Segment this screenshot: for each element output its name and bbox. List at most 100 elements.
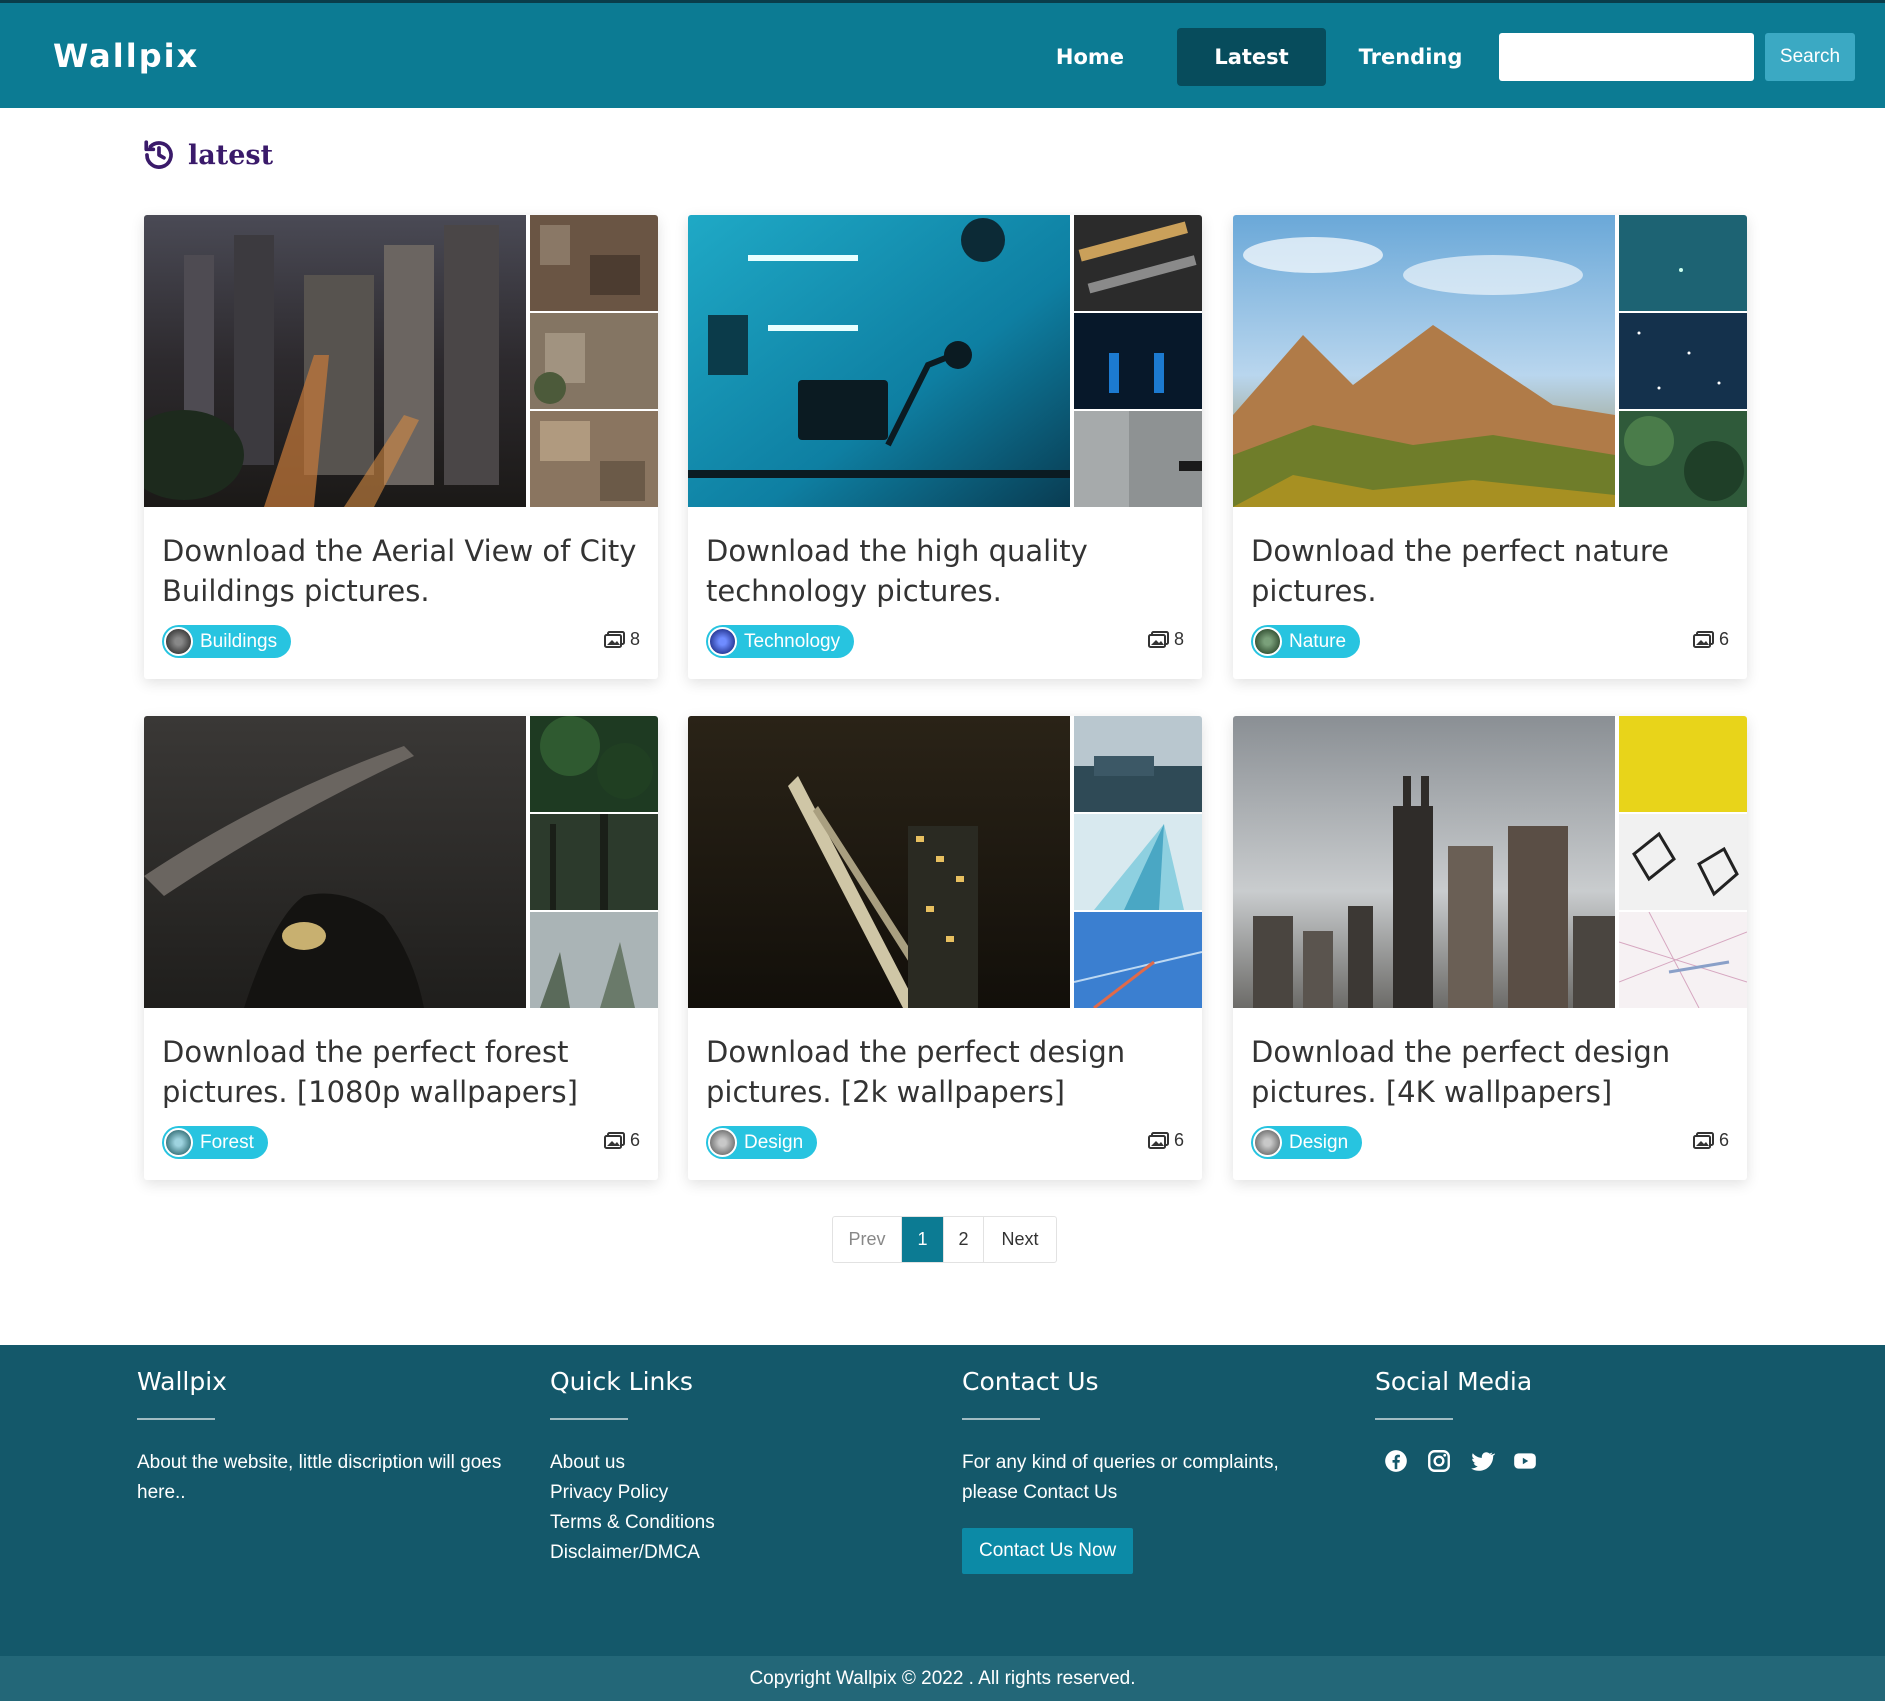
category-avatar: [164, 1128, 193, 1157]
pagination-next[interactable]: Next: [984, 1217, 1056, 1262]
section-title: latest: [142, 138, 273, 172]
card-image-collage[interactable]: [1233, 716, 1747, 1008]
pagination-page-1[interactable]: 1: [902, 1217, 944, 1262]
category-tag[interactable]: Nature: [1251, 625, 1361, 658]
images-icon: [1692, 1131, 1714, 1149]
card-main-image: [144, 215, 526, 507]
card-thumb-image: [1619, 313, 1747, 409]
card-title[interactable]: Download the Aerial View of City Buildin…: [162, 531, 642, 611]
card-thumb-image: [1619, 215, 1747, 311]
card-title[interactable]: Download the perfect nature pictures.: [1251, 531, 1731, 611]
images-icon: [1692, 630, 1714, 648]
category-avatar: [1253, 1128, 1282, 1157]
footer-social: Social Media: [1375, 1367, 1725, 1474]
image-count-value: 8: [1173, 629, 1184, 649]
footer-divider: [962, 1418, 1040, 1420]
card-title[interactable]: Download the high quality technology pic…: [706, 531, 1186, 611]
card-thumb-image: [530, 716, 658, 812]
category-avatar: [708, 1128, 737, 1157]
images-icon: [1147, 1131, 1169, 1149]
footer-about-text: About the website, little discription wi…: [137, 1452, 502, 1503]
footer-contact-heading: Contact Us: [962, 1367, 1099, 1396]
image-count-value: 6: [629, 1130, 640, 1150]
card-main-image: [688, 215, 1070, 507]
category-tag[interactable]: Design: [1251, 1126, 1363, 1159]
card-thumb-image: [1074, 716, 1202, 812]
pagination: Prev 1 2 Next: [832, 1216, 1057, 1263]
card-main-image: [1233, 716, 1615, 1008]
card-thumb-image: [530, 411, 658, 507]
category-tag-label: Design: [744, 1132, 804, 1153]
contact-us-button[interactable]: Contact Us Now: [962, 1528, 1134, 1574]
category-tag-label: Design: [1289, 1132, 1349, 1153]
card-thumb-image: [1619, 912, 1747, 1008]
social-links: [1375, 1448, 1725, 1474]
card-thumb-image: [1619, 716, 1747, 812]
image-count: 6: [603, 1130, 640, 1151]
card-main-image: [144, 716, 526, 1008]
category-tag[interactable]: Forest: [162, 1126, 268, 1159]
instagram-icon[interactable]: [1426, 1448, 1452, 1474]
footer: Wallpix About the website, little discri…: [0, 1345, 1885, 1656]
footer-divider: [550, 1418, 628, 1420]
navbar: Wallpix Home Latest Trending Search: [0, 0, 1885, 108]
wallpaper-card[interactable]: Download the perfect forest pictures. [1…: [144, 716, 658, 1180]
image-count-value: 6: [1718, 1130, 1729, 1150]
search-button[interactable]: Search: [1765, 33, 1855, 81]
card-thumb-image: [530, 215, 658, 311]
footer-link-disclaimer[interactable]: Disclaimer/DMCA: [550, 1538, 920, 1568]
category-tag[interactable]: Technology: [706, 625, 855, 658]
wallpaper-card[interactable]: Download the perfect design pictures. [2…: [688, 716, 1202, 1180]
youtube-icon[interactable]: [1512, 1448, 1538, 1474]
card-title[interactable]: Download the perfect forest pictures. [1…: [162, 1032, 642, 1112]
footer-divider: [137, 1418, 215, 1420]
card-title[interactable]: Download the perfect design pictures. [2…: [706, 1032, 1186, 1112]
wallpaper-card[interactable]: Download the perfect nature pictures. Na…: [1233, 215, 1747, 679]
search-input[interactable]: [1499, 33, 1754, 81]
footer-about-heading: Wallpix: [137, 1367, 227, 1396]
card-image-collage[interactable]: [688, 716, 1202, 1008]
category-tag-label: Forest: [200, 1132, 254, 1153]
image-count: 6: [1147, 1130, 1184, 1151]
card-title[interactable]: Download the perfect design pictures. [4…: [1251, 1032, 1731, 1112]
card-image-collage[interactable]: [688, 215, 1202, 507]
category-tag[interactable]: Design: [706, 1126, 818, 1159]
category-tag-label: Nature: [1289, 631, 1347, 652]
nav-latest[interactable]: Latest: [1177, 28, 1326, 86]
category-tag[interactable]: Buildings: [162, 625, 292, 658]
pagination-page-2[interactable]: 2: [944, 1217, 984, 1262]
brand-logo[interactable]: Wallpix: [53, 37, 199, 75]
footer-link-terms[interactable]: Terms & Conditions: [550, 1508, 920, 1538]
nav-trending[interactable]: Trending: [1348, 28, 1473, 86]
twitter-icon[interactable]: [1469, 1448, 1496, 1474]
card-thumb-image: [1074, 912, 1202, 1008]
category-avatar: [708, 627, 737, 656]
card-thumb-image: [530, 814, 658, 910]
footer-link-about[interactable]: About us: [550, 1448, 920, 1478]
card-thumb-image: [530, 912, 658, 1008]
footer-divider: [1375, 1418, 1453, 1420]
images-icon: [603, 630, 625, 648]
wallpaper-card[interactable]: Download the high quality technology pic…: [688, 215, 1202, 679]
card-thumb-image: [1074, 313, 1202, 409]
wallpaper-card[interactable]: Download the perfect design pictures. [4…: [1233, 716, 1747, 1180]
copyright-bar: Copyright Wallpix © 2022 . All rights re…: [0, 1656, 1885, 1701]
images-icon: [603, 1131, 625, 1149]
card-thumb-image: [530, 313, 658, 409]
image-count: 8: [603, 629, 640, 650]
card-thumb-image: [1074, 814, 1202, 910]
pagination-prev[interactable]: Prev: [833, 1217, 902, 1262]
footer-quick-links: Quick Links About us Privacy Policy Term…: [550, 1367, 920, 1568]
footer-link-privacy[interactable]: Privacy Policy: [550, 1478, 920, 1508]
card-main-image: [688, 716, 1070, 1008]
wallpaper-card[interactable]: Download the Aerial View of City Buildin…: [144, 215, 658, 679]
card-image-collage[interactable]: [144, 215, 658, 507]
footer-about: Wallpix About the website, little discri…: [137, 1367, 507, 1508]
image-count-value: 8: [629, 629, 640, 649]
facebook-icon[interactable]: [1383, 1448, 1409, 1474]
images-icon: [1147, 630, 1169, 648]
card-image-collage[interactable]: [1233, 215, 1747, 507]
card-image-collage[interactable]: [144, 716, 658, 1008]
nav-home[interactable]: Home: [1030, 28, 1150, 86]
card-thumb-image: [1074, 411, 1202, 507]
